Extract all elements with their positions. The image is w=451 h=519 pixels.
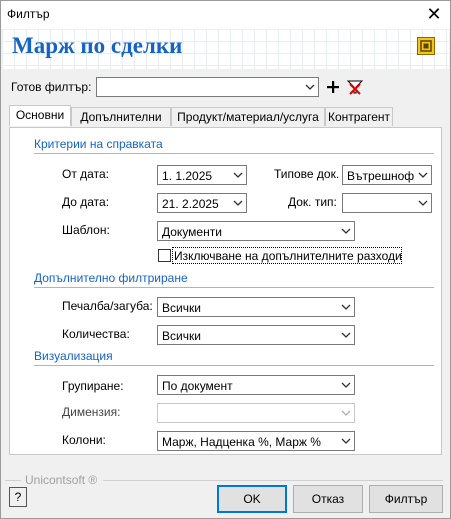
quantity-label: Количества: [62,327,130,341]
chevron-down-icon [305,84,315,90]
footer-divider-right [103,480,443,481]
title-bar: Филтър ✕ [1,1,450,29]
delete-filter-button[interactable] [345,77,365,97]
report-header: Марж по сделки [2,29,449,69]
to-date-picker[interactable]: 21. 2.2025 [157,193,247,213]
columns-label: Колони: [62,433,106,447]
add-filter-button[interactable] [323,77,343,97]
chevron-down-icon [418,200,428,206]
to-date-value: 21. 2.2025 [162,197,219,211]
profit-loss-value: Всички [162,301,201,315]
tab-additional[interactable]: Допълнителни [71,107,171,126]
footer-divider-left [5,480,21,481]
doc-types-combo[interactable]: Вътрешноф [342,165,432,185]
ready-filter-combo[interactable] [96,77,319,97]
profit-loss-combo[interactable]: Всички [157,297,355,317]
close-icon[interactable]: ✕ [422,3,446,25]
report-heading: Марж по сделки [12,33,183,58]
report-logo-icon [417,37,435,55]
chevron-down-icon [341,410,351,416]
chevron-down-icon [341,382,351,388]
visualization-divider [34,365,434,366]
tab-main[interactable]: Основни [9,105,71,126]
doc-type-label: Док. тип: [288,195,337,209]
chevron-down-icon [341,304,351,310]
dimension-combo[interactable] [157,403,355,423]
grouping-combo[interactable]: По документ [157,375,355,395]
ready-filter-label: Готов филтър: [11,80,92,94]
filter-button[interactable]: Филтър [369,485,443,513]
remove-filter-icon [347,80,363,95]
help-icon: ? [14,490,22,504]
doc-type-combo[interactable] [342,193,432,213]
template-combo[interactable]: Документи [157,221,355,241]
doc-types-label: Типове док. [274,167,340,181]
chevron-down-icon [233,172,243,178]
additional-section-title: Допълнително филтриране [34,271,188,285]
exclude-costs-checkbox[interactable] [158,249,171,262]
chevron-down-icon [341,228,351,234]
visualization-section-title: Визуализация [34,349,113,363]
tab-product[interactable]: Продукт/материал/услуга [171,107,325,126]
from-date-picker[interactable]: 1. 1.2025 [157,165,247,185]
help-button[interactable]: ? [9,487,27,507]
chevron-down-icon [233,200,243,206]
columns-combo[interactable]: Марж, Надценка %, Марж % [157,431,355,451]
criteria-divider [34,153,434,154]
exclude-costs-label[interactable]: Изключване на допълнителните разходи [174,249,402,263]
tab-counterparty[interactable]: Контрагент [325,107,393,126]
chevron-down-icon [418,172,428,178]
additional-divider [34,287,434,288]
template-label: Шаблон: [62,223,110,237]
template-value: Документи [162,225,222,239]
from-date-label: От дата: [62,167,109,181]
quantity-value: Всички [162,329,201,343]
window-title: Филтър [7,7,50,21]
quantity-combo[interactable]: Всички [157,325,355,345]
grouping-label: Групиране: [62,379,124,393]
grouping-value: По документ [162,379,233,393]
dimension-label: Димензия: [62,405,121,419]
profit-loss-label: Печалба/загуба: [62,299,153,313]
plus-icon [327,81,339,93]
to-date-label: До дата: [62,195,110,209]
from-date-value: 1. 1.2025 [162,169,213,183]
filter-dialog: Филтър ✕ Марж по сделки Готов филтър: Ос… [0,0,451,519]
brand-label: Unicontsoft ® [25,473,98,487]
chevron-down-icon [341,332,351,338]
ok-button[interactable]: OK [217,485,287,513]
cancel-button[interactable]: Отказ [293,485,363,513]
criteria-section-title: Критерии на справката [34,137,163,151]
chevron-down-icon [341,438,351,444]
columns-value: Марж, Надценка %, Марж % [162,435,321,449]
doc-types-value: Вътрешноф [347,169,415,183]
